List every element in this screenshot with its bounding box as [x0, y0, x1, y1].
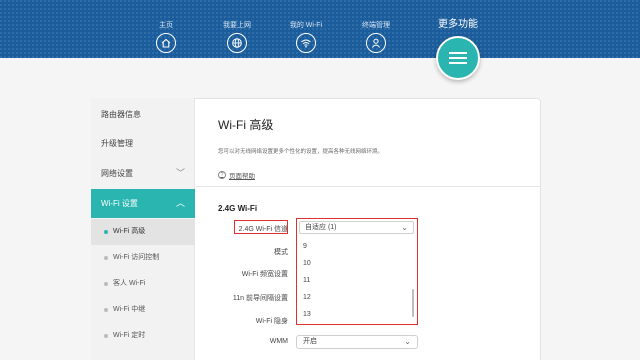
divider	[196, 186, 540, 187]
nav-internet-label: 我要上网	[223, 22, 251, 29]
sidebar-item-label: 网络设置	[101, 169, 133, 178]
sidebar-item-label: 升级管理	[101, 139, 133, 148]
chevron-down-icon: ⌄	[404, 337, 411, 346]
channel-option[interactable]: 9	[303, 243, 307, 250]
question-icon: ?	[218, 171, 226, 179]
sidebar-sub-label: Wi-Fi 定时	[113, 332, 146, 339]
channel-dropdown[interactable]: 自适应 (1) ⌄ 9 10 11 12 13	[296, 218, 418, 325]
wifi-icon	[296, 33, 316, 53]
nav-internet[interactable]: 我要上网	[207, 20, 267, 53]
more-features-label: 更多功能	[438, 19, 478, 30]
channel-select-value: 自适应 (1)	[305, 224, 337, 231]
sidebar-item-label: Wi-Fi 设置	[101, 199, 138, 208]
sidebar-sub-label: Wi-Fi 访问控制	[113, 254, 160, 261]
wmm-label: WMM	[269, 338, 288, 345]
bandwidth-label: Wi-Fi 频宽设置	[241, 271, 288, 278]
nav-devices-label: 终端管理	[362, 22, 390, 29]
page-description: 您可以对无线网络设置更多个性化的设置，提高各种无线网络环境。	[218, 149, 384, 155]
wmm-select[interactable]: 开启 ⌄	[296, 335, 418, 349]
sidebar-sub-label: Wi-Fi 高级	[113, 228, 146, 235]
sidebar-item-router-info[interactable]: 路由器信息	[91, 100, 195, 129]
help-link-label: 页面帮助	[229, 173, 255, 180]
sidebar: 路由器信息 升级管理 网络设置 ﹀ Wi-Fi 设置 ︿ Wi-Fi 高级 Wi…	[91, 98, 195, 360]
bullet-dot-icon	[104, 334, 108, 338]
sidebar-sub-wifi-repeater[interactable]: Wi-Fi 中继	[91, 297, 195, 323]
sidebar-item-upgrade[interactable]: 升级管理	[91, 129, 195, 158]
channel-option[interactable]: 12	[303, 294, 311, 301]
hidden-label: Wi-Fi 隐身	[255, 318, 288, 325]
chevron-down-icon: ﹀	[175, 168, 185, 178]
sidebar-sub-label: 客人 Wi-Fi	[113, 280, 146, 287]
sidebar-item-network[interactable]: 网络设置 ﹀	[91, 159, 195, 188]
chevron-down-icon: ⌄	[401, 223, 408, 232]
nav-home-label: 主页	[159, 22, 173, 29]
channel-option[interactable]: 13	[303, 311, 311, 318]
page-title: Wi-Fi 高级	[218, 118, 274, 132]
wmm-select-value: 开启	[303, 338, 317, 345]
user-icon	[366, 33, 386, 53]
more-features-button[interactable]	[436, 36, 480, 80]
section-title: 2.4G Wi-Fi	[218, 204, 258, 213]
sidebar-item-wifi-settings[interactable]: Wi-Fi 设置 ︿	[91, 189, 195, 218]
channel-select[interactable]: 自适应 (1) ⌄	[299, 221, 414, 234]
sidebar-sub-wifi-advanced[interactable]: Wi-Fi 高级	[91, 219, 195, 245]
hamburger-icon	[449, 49, 467, 67]
nav-my-wifi[interactable]: 我的 Wi-Fi	[276, 20, 336, 53]
sidebar-sub-label: Wi-Fi 中继	[113, 306, 146, 313]
nav-devices[interactable]: 终端管理	[346, 20, 406, 53]
help-link[interactable]: ? 页面帮助	[218, 170, 255, 180]
channel-option[interactable]: 10	[303, 260, 311, 267]
sidebar-sub-guest-wifi[interactable]: 客人 Wi-Fi	[91, 271, 195, 297]
bullet-dot-icon	[104, 230, 108, 234]
mode-label: 模式	[274, 249, 288, 256]
channel-option[interactable]: 11	[303, 277, 310, 284]
interval-label: 11n 前导间隔设置	[232, 295, 288, 302]
sidebar-sub-wifi-timer[interactable]: Wi-Fi 定时	[91, 323, 195, 349]
bullet-dot-icon	[104, 282, 108, 286]
sidebar-item-label: 路由器信息	[101, 110, 141, 119]
nav-home[interactable]: 主页	[136, 20, 196, 53]
home-icon	[156, 33, 176, 53]
nav-my-wifi-label: 我的 Wi-Fi	[289, 22, 323, 29]
chevron-up-icon: ︿	[175, 198, 185, 208]
bullet-dot-icon	[104, 308, 108, 312]
channel-label: 2.4G Wi-Fi 信道	[238, 226, 288, 233]
sidebar-sub-wifi-access-control[interactable]: Wi-Fi 访问控制	[91, 245, 195, 271]
globe-icon	[227, 33, 247, 53]
main-content: Wi-Fi 高级 您可以对无线网络设置更多个性化的设置，提高各种无线网络环境。 …	[196, 98, 540, 360]
bullet-dot-icon	[104, 256, 108, 260]
dropdown-scrollbar[interactable]	[412, 289, 414, 317]
